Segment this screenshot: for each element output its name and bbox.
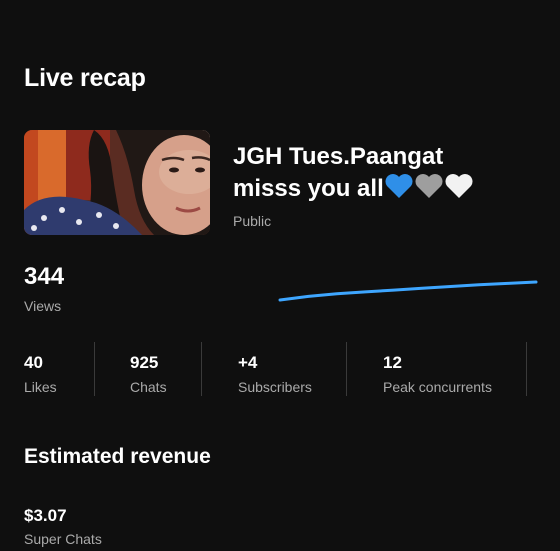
chats-value: 925	[130, 353, 159, 372]
subscribers-label: Subscribers	[238, 379, 312, 395]
stat-divider	[526, 342, 527, 396]
likes-label: Likes	[24, 379, 57, 395]
video-title: JGH Tues.Paangat misss you all	[233, 141, 533, 208]
stat-divider	[201, 342, 202, 396]
video-title-line2: misss you all	[233, 173, 533, 208]
estimated-revenue-title: Estimated revenue	[24, 445, 211, 468]
likes-value: 40	[24, 353, 43, 372]
blue-heart-icon	[384, 173, 414, 208]
views-trend-line	[278, 280, 538, 302]
video-thumbnail[interactable]	[24, 130, 210, 235]
peak-concurrents-value: 12	[383, 353, 402, 372]
video-title-text: misss you all	[233, 175, 384, 202]
stat-divider	[346, 342, 347, 396]
white-heart-icon	[444, 173, 474, 208]
peak-concurrents-label: Peak concurrents	[383, 379, 492, 395]
stats-row: 40 Likes 925 Chats +4 Subscribers 12 Pea…	[0, 342, 560, 396]
stat-divider	[94, 342, 95, 396]
thumbnail-image	[24, 130, 210, 235]
visibility-status: Public	[233, 213, 272, 229]
views-sparkline	[278, 280, 538, 302]
page-title: Live recap	[24, 64, 146, 92]
video-title-line1: JGH Tues.Paangat	[233, 143, 444, 170]
grey-heart-icon	[414, 173, 444, 208]
revenue-value: $3.07	[24, 506, 67, 525]
subscribers-value: +4	[238, 353, 258, 372]
chats-label: Chats	[130, 379, 167, 395]
revenue-label: Super Chats	[24, 531, 102, 547]
views-count: 344	[24, 263, 65, 290]
views-label: Views	[24, 298, 62, 314]
